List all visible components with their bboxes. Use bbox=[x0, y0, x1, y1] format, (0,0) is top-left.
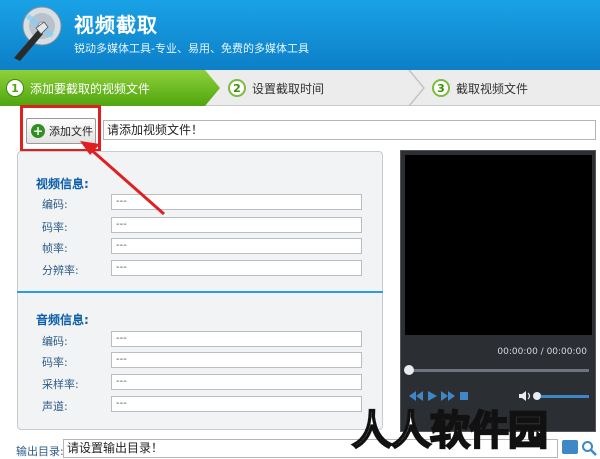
video-codec-value: --- bbox=[111, 194, 362, 210]
video-framerate-value: --- bbox=[111, 238, 362, 254]
app-header: 视频截取 锐动多媒体工具-专业、易用、免费的多媒体工具 bbox=[0, 0, 600, 70]
audio-samplerate-value: --- bbox=[111, 374, 362, 390]
folder-icon[interactable] bbox=[562, 440, 578, 454]
video-player: 00:00:00 / 00:00:00 bbox=[400, 150, 596, 432]
audio-bitrate-value: --- bbox=[111, 352, 362, 368]
steps-bar: 1 添加要截取的视频文件 2 设置截取时间 3 截取视频文件 bbox=[0, 70, 600, 106]
seek-bar[interactable] bbox=[409, 369, 589, 372]
step-label: 添加要截取的视频文件 bbox=[30, 81, 151, 96]
step-label: 截取视频文件 bbox=[456, 81, 529, 96]
app-logo-icon bbox=[14, 6, 62, 61]
step-number: 2 bbox=[228, 79, 246, 97]
output-dir-label: 输出目录: bbox=[16, 445, 64, 458]
audio-info-title: 音频信息: bbox=[36, 313, 89, 327]
video-bitrate-label: 码率: bbox=[42, 221, 68, 234]
audio-codec-value: --- bbox=[111, 331, 362, 347]
video-resolution-value: --- bbox=[111, 260, 362, 276]
audio-codec-label: 编码: bbox=[42, 335, 68, 348]
video-bitrate-value: --- bbox=[111, 217, 362, 233]
video-resolution-label: 分辨率: bbox=[42, 264, 79, 277]
audio-bitrate-label: 码率: bbox=[42, 356, 68, 369]
search-icon[interactable] bbox=[581, 440, 597, 456]
step-separator-icon bbox=[408, 70, 425, 106]
step-number: 3 bbox=[432, 79, 450, 97]
audio-channels-value: --- bbox=[111, 396, 362, 412]
video-info-title: 视频信息: bbox=[36, 177, 89, 191]
annotation-highlight-box bbox=[20, 105, 101, 152]
step-cut-video[interactable]: 3 截取视频文件 bbox=[432, 70, 528, 106]
audio-samplerate-label: 采样率: bbox=[42, 378, 79, 391]
video-framerate-label: 帧率: bbox=[42, 242, 68, 255]
video-file-field[interactable]: 请添加视频文件！ bbox=[103, 120, 596, 140]
app-title: 视频截取 bbox=[74, 13, 158, 37]
step-set-time[interactable]: 2 设置截取时间 bbox=[228, 70, 324, 106]
step-label: 设置截取时间 bbox=[252, 81, 325, 96]
app-subtitle: 锐动多媒体工具-专业、易用、免费的多媒体工具 bbox=[74, 42, 309, 55]
step-number: 1 bbox=[6, 79, 24, 97]
audio-channels-label: 声道: bbox=[42, 400, 68, 413]
video-screen bbox=[405, 155, 592, 335]
time-readout: 00:00:00 / 00:00:00 bbox=[497, 347, 587, 357]
video-codec-label: 编码: bbox=[42, 198, 68, 211]
seek-handle[interactable] bbox=[404, 365, 414, 375]
watermark-text: 人人软件园 bbox=[351, 407, 549, 455]
panel-divider bbox=[17, 291, 383, 293]
step-add-video[interactable]: 1 添加要截取的视频文件 bbox=[0, 70, 220, 106]
volume-slider[interactable] bbox=[541, 395, 589, 398]
